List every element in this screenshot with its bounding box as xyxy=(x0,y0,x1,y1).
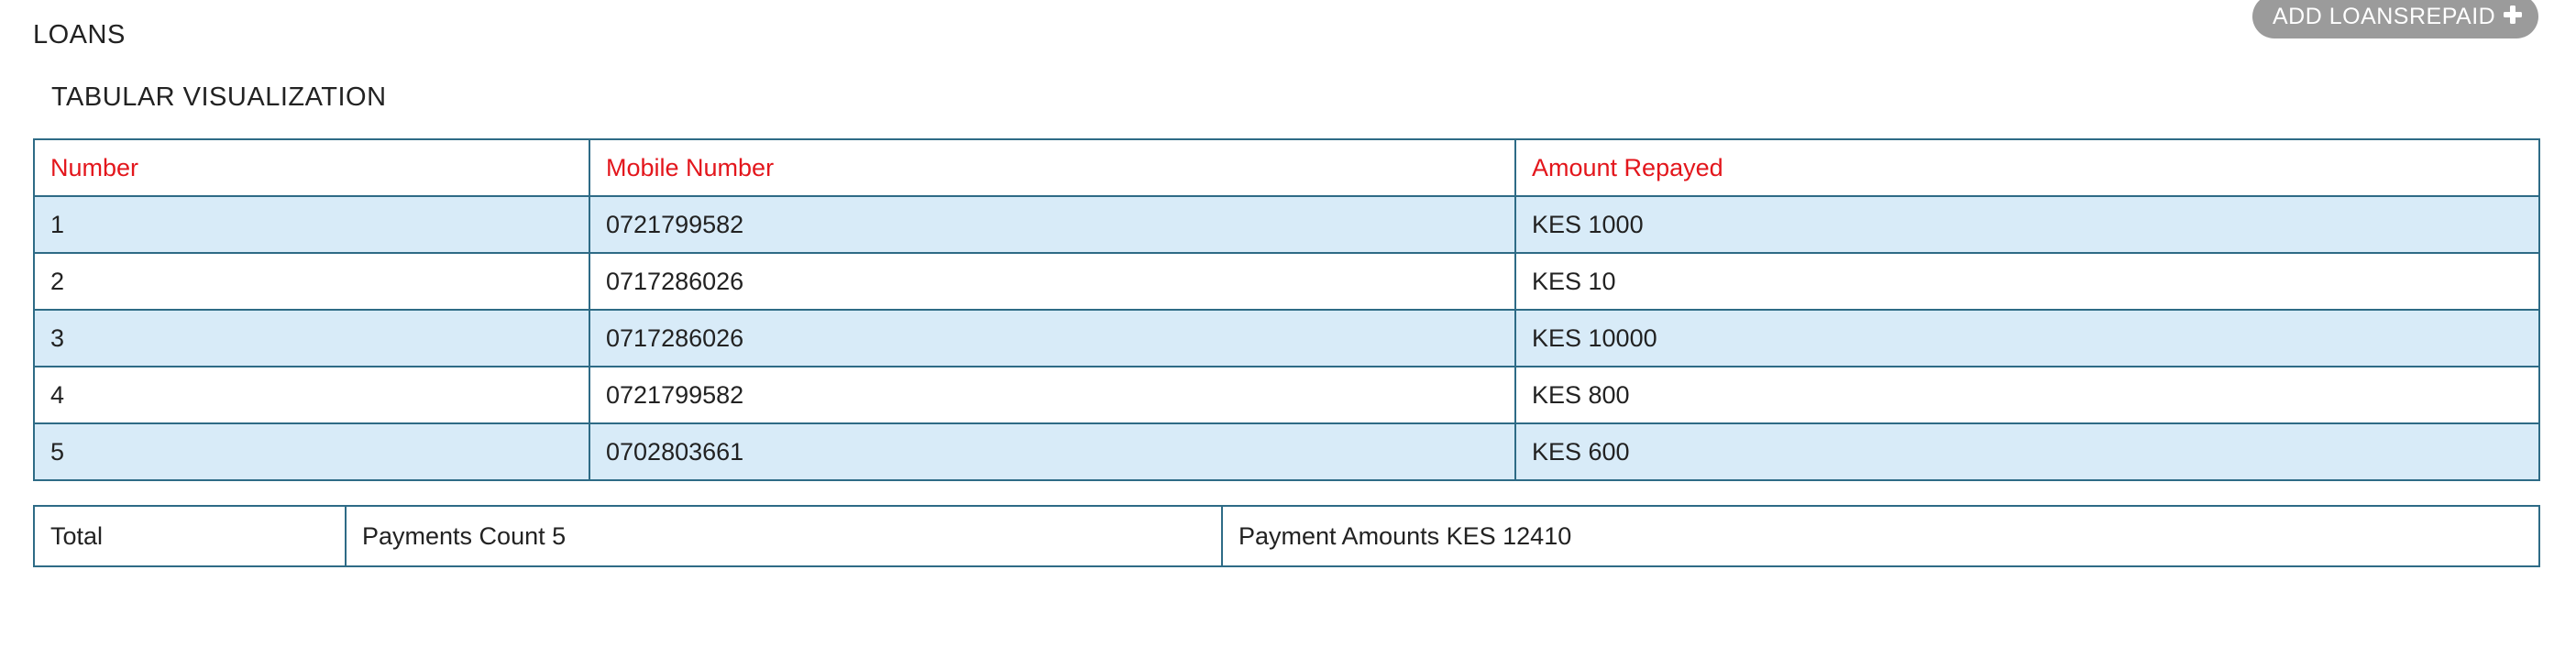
table-row: 3 0717286026 KES 10000 xyxy=(33,309,2540,367)
loans-table: Number Mobile Number Amount Repayed 1 07… xyxy=(33,138,2540,481)
cell-number: 5 xyxy=(33,422,590,481)
table-header-row: Number Mobile Number Amount Repayed xyxy=(33,138,2540,197)
column-header-mobile-number[interactable]: Mobile Number xyxy=(589,138,1516,197)
cell-amount-repayed: KES 800 xyxy=(1514,366,2540,424)
section-title: TABULAR VISUALIZATION xyxy=(51,82,387,112)
cell-mobile-number: 0717286026 xyxy=(589,252,1516,311)
cell-number: 4 xyxy=(33,366,590,424)
cell-amount-repayed: KES 1000 xyxy=(1514,195,2540,254)
table-row: 5 0702803661 KES 600 xyxy=(33,422,2540,481)
page-title: LOANS xyxy=(33,20,126,49)
column-header-number[interactable]: Number xyxy=(33,138,590,197)
table-row: 2 0717286026 KES 10 xyxy=(33,252,2540,311)
cell-amount-repayed: KES 10000 xyxy=(1514,309,2540,367)
cell-amount-repayed: KES 10 xyxy=(1514,252,2540,311)
cell-number: 1 xyxy=(33,195,590,254)
plus-icon xyxy=(2504,5,2522,24)
table-row: 1 0721799582 KES 1000 xyxy=(33,195,2540,254)
cell-number: 3 xyxy=(33,309,590,367)
cell-mobile-number: 0702803661 xyxy=(589,422,1516,481)
add-loansrepaid-button[interactable]: ADD LOANSREPAID xyxy=(2252,0,2538,38)
payment-amounts: Payment Amounts KES 12410 xyxy=(1221,505,2540,567)
cell-mobile-number: 0717286026 xyxy=(589,309,1516,367)
column-header-amount-repayed[interactable]: Amount Repayed xyxy=(1514,138,2540,197)
loans-page: LOANS ADD LOANSREPAID TABULAR VISUALIZAT… xyxy=(0,0,2576,647)
add-button-label: ADD LOANSREPAID xyxy=(2273,3,2496,29)
cell-amount-repayed: KES 600 xyxy=(1514,422,2540,481)
totals-table: Total Payments Count 5 Payment Amounts K… xyxy=(33,505,2540,567)
total-label: Total xyxy=(33,505,347,567)
payments-count: Payments Count 5 xyxy=(345,505,1223,567)
table-row: 4 0721799582 KES 800 xyxy=(33,366,2540,424)
cell-number: 2 xyxy=(33,252,590,311)
totals-row: Total Payments Count 5 Payment Amounts K… xyxy=(33,505,2540,567)
cell-mobile-number: 0721799582 xyxy=(589,366,1516,424)
cell-mobile-number: 0721799582 xyxy=(589,195,1516,254)
